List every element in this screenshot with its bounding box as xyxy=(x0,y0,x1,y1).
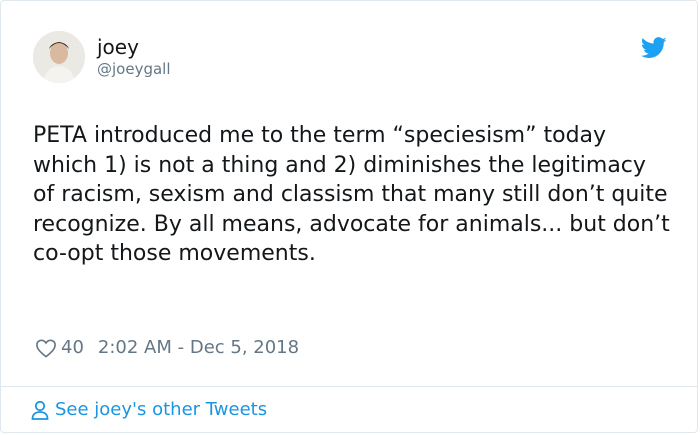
twitter-bird-icon[interactable] xyxy=(641,37,667,59)
person-icon xyxy=(31,400,49,420)
see-other-tweets-label[interactable]: See joey's other Tweets xyxy=(55,399,267,420)
avatar-photo xyxy=(33,31,85,83)
user-names: joey @joeygall xyxy=(97,35,171,79)
see-other-tweets-link[interactable]: See joey's other Tweets xyxy=(31,399,267,420)
like-count[interactable]: 40 xyxy=(61,337,84,358)
user-handle[interactable]: @joeygall xyxy=(97,59,171,79)
tweet-card: joey @joeygall PETA introduced me to the… xyxy=(0,0,698,433)
avatar[interactable] xyxy=(33,31,85,83)
display-name[interactable]: joey xyxy=(97,35,171,59)
tweet-timestamp[interactable]: 2:02 AM - Dec 5, 2018 xyxy=(98,337,299,358)
tweet-header: joey @joeygall xyxy=(33,31,171,83)
footer-divider xyxy=(1,386,697,387)
tweet-text: PETA introduced me to the term “speciesi… xyxy=(33,123,670,266)
heart-icon[interactable] xyxy=(35,338,57,358)
tweet-meta: 40 2:02 AM - Dec 5, 2018 xyxy=(35,337,299,358)
